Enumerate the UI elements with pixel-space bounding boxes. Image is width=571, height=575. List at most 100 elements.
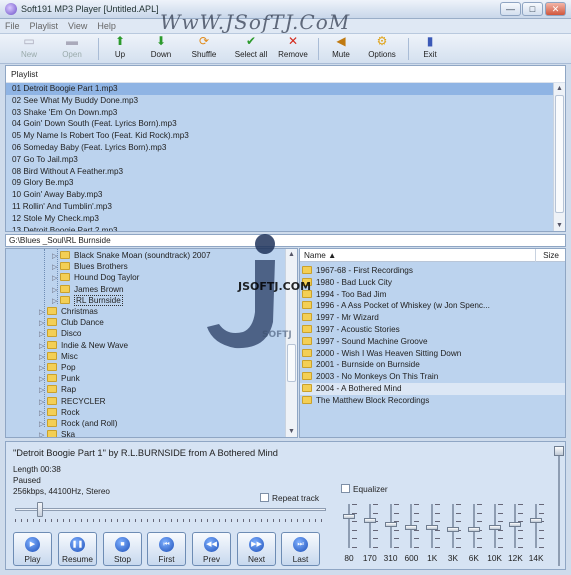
file-row[interactable]: 1967-68 - First Recordings [300, 265, 565, 277]
tree-item[interactable]: ▷ Indie & New Wave [39, 340, 128, 351]
scroll-thumb[interactable] [287, 344, 296, 382]
playlist-row[interactable]: 12 Stole My Check.mp3 [6, 213, 553, 225]
maximize-button[interactable]: □ [522, 2, 543, 16]
seek-slider[interactable] [15, 502, 326, 517]
folder-tree[interactable]: ▷ Black Snake Moan (soundtrack) 2007 ▷ Blue… [5, 248, 298, 438]
shuffle-button[interactable]: ⟳ Shuffle [187, 35, 221, 61]
eq-knob[interactable] [467, 527, 480, 533]
tree-item[interactable]: ▷ James Brown [52, 284, 124, 295]
tree-item[interactable]: ▷ Disco [39, 328, 81, 339]
eq-knob[interactable] [426, 525, 439, 531]
tree-item[interactable]: ▷ Club Dance [39, 317, 104, 328]
file-row[interactable]: 1980 - Bad Luck City [300, 277, 565, 289]
playlist-row[interactable]: 13 Detroit Boogie Part 2.mp3 [6, 225, 553, 231]
playlist-list[interactable]: 01 Detroit Boogie Part 1.mp3 02 See What … [6, 83, 553, 231]
expand-arrow-icon[interactable]: ▷ [39, 430, 47, 437]
playlist-row[interactable]: 06 Someday Baby (Feat. Lyrics Born).mp3 [6, 142, 553, 154]
last-button[interactable]: ⏭ Last [281, 532, 320, 566]
file-row[interactable]: 1997 - Acoustic Stories [300, 324, 565, 336]
playlist-row[interactable]: 07 Go To Jail.mp3 [6, 154, 553, 166]
scroll-up-arrow-icon[interactable]: ▲ [554, 83, 565, 94]
eq-knob[interactable] [530, 517, 543, 523]
tree-item[interactable]: ▷ Punk [39, 373, 80, 384]
repeat-track-checkbox[interactable]: Repeat track [260, 493, 319, 503]
down-button[interactable]: ⬇ Down [146, 35, 176, 61]
playlist-row[interactable]: 01 Detroit Boogie Part 1.mp3 [6, 83, 553, 95]
file-row[interactable]: 1997 - Sound Machine Groove [300, 336, 565, 348]
column-name[interactable]: Name ▲ [304, 249, 336, 262]
seek-knob[interactable] [37, 502, 44, 517]
tree-item[interactable]: ▷ Rock [39, 407, 80, 418]
playlist-scrollbar[interactable]: ▲ ▼ [553, 83, 565, 231]
file-row[interactable]: 2000 - Wish I Was Heaven Sitting Down [300, 348, 565, 360]
equalizer-checkbox[interactable]: Equalizer [341, 484, 388, 494]
tree-item[interactable]: ▷ Pop [39, 362, 76, 373]
eq-band-slider[interactable] [426, 504, 441, 552]
prev-button[interactable]: ◀◀ Prev [192, 532, 231, 566]
scroll-down-arrow-icon[interactable]: ▼ [286, 426, 297, 437]
playlist-row[interactable]: 02 See What My Buddy Done.mp3 [6, 95, 553, 107]
eq-knob[interactable] [488, 525, 501, 531]
menu-help[interactable]: Help [92, 19, 121, 34]
play-button[interactable]: ▶ Play [13, 532, 52, 566]
first-button[interactable]: ⏮ First [147, 532, 186, 566]
stop-button[interactable]: ■ Stop [103, 532, 142, 566]
column-divider[interactable] [535, 249, 536, 262]
playlist-row[interactable]: 11 Rollin' And Tumblin'.mp3 [6, 201, 553, 213]
file-row[interactable]: 1997 - Mr Wizard [300, 312, 565, 324]
tree-item[interactable]: ▷ Blues Brothers [52, 261, 128, 272]
scroll-up-arrow-icon[interactable]: ▲ [286, 249, 297, 260]
scroll-down-arrow-icon[interactable]: ▼ [554, 220, 565, 231]
mute-button[interactable]: ◀ Mute [328, 35, 354, 61]
eq-band-slider[interactable] [447, 504, 461, 552]
select-all-button[interactable]: ✔ Select all [231, 35, 271, 61]
playlist-row[interactable]: 03 Shake 'Em On Down.mp3 [6, 107, 553, 119]
new-button[interactable]: ▭ New [14, 35, 44, 61]
file-row[interactable]: 2004 - A Bothered Mind [300, 382, 565, 395]
tree-item[interactable]: ▷ Black Snake Moan (soundtrack) 2007 [52, 250, 211, 261]
tree-item[interactable]: ▷ RL Burnside [52, 294, 123, 306]
file-row[interactable]: 1996 - A Ass Pocket of Whiskey (w Jon Sp… [300, 300, 565, 312]
eq-knob[interactable] [384, 521, 397, 527]
tree-item[interactable]: ▷ Misc [39, 351, 78, 362]
file-row[interactable]: 2003 - No Monkeys On This Train [300, 371, 565, 383]
exit-button[interactable]: ▮ Exit [418, 35, 442, 61]
file-row[interactable]: 1994 - Too Bad Jim [300, 289, 565, 301]
column-size[interactable]: Size [543, 249, 559, 262]
next-button[interactable]: ▶▶ Next [237, 532, 276, 566]
file-list[interactable]: Name ▲ Size 1967-68 - First Recordings 19… [299, 248, 566, 438]
eq-knob[interactable] [343, 513, 355, 519]
tree-scrollbar[interactable]: ▲ ▼ [285, 249, 297, 437]
tree-item[interactable]: ▷ Christmas [39, 306, 98, 317]
file-row[interactable]: 2001 - Burnside on Burnside [300, 359, 565, 371]
tree-item[interactable]: ▷ Hound Dog Taylor [52, 272, 139, 283]
scroll-thumb[interactable] [555, 95, 564, 213]
playlist-row[interactable]: 04 Goin' Down South (Feat. Lyrics Born).… [6, 118, 553, 130]
eq-knob[interactable] [405, 525, 418, 531]
menu-view[interactable]: View [63, 19, 92, 34]
eq-knob[interactable] [363, 517, 376, 523]
file-row[interactable]: The Matthew Block Recordings [300, 395, 565, 407]
eq-band-slider[interactable] [363, 504, 378, 552]
tree-item[interactable]: ▷ RECYCLER [39, 396, 106, 407]
menu-playlist[interactable]: Playlist [25, 19, 64, 34]
eq-band-slider[interactable] [343, 504, 357, 552]
eq-band-slider[interactable] [467, 504, 482, 552]
playlist-row[interactable]: 05 My Name Is Robert Too (Feat. Kid Rock… [6, 130, 553, 142]
minimize-button[interactable]: — [500, 2, 521, 16]
eq-band-slider[interactable] [384, 504, 399, 552]
eq-band-slider[interactable] [405, 504, 420, 552]
eq-band-slider[interactable] [488, 504, 503, 552]
eq-knob[interactable] [509, 521, 522, 527]
playlist-row[interactable]: 08 Bird Without A Feather.mp3 [6, 166, 553, 178]
eq-band-slider[interactable] [509, 504, 524, 552]
open-button[interactable]: ▬ Open [55, 35, 89, 61]
resume-button[interactable]: ❚❚ Resume [58, 532, 97, 566]
tree-item[interactable]: ▷ Rock (and Roll) [39, 418, 117, 429]
path-field[interactable]: G:\Blues _Soul\RL Burnside [5, 234, 566, 247]
volume-knob[interactable] [554, 446, 564, 456]
eq-band-slider[interactable] [530, 504, 545, 552]
up-button[interactable]: ⬆ Up [108, 35, 132, 61]
close-button[interactable]: ✕ [545, 2, 566, 16]
volume-slider[interactable] [554, 446, 564, 566]
